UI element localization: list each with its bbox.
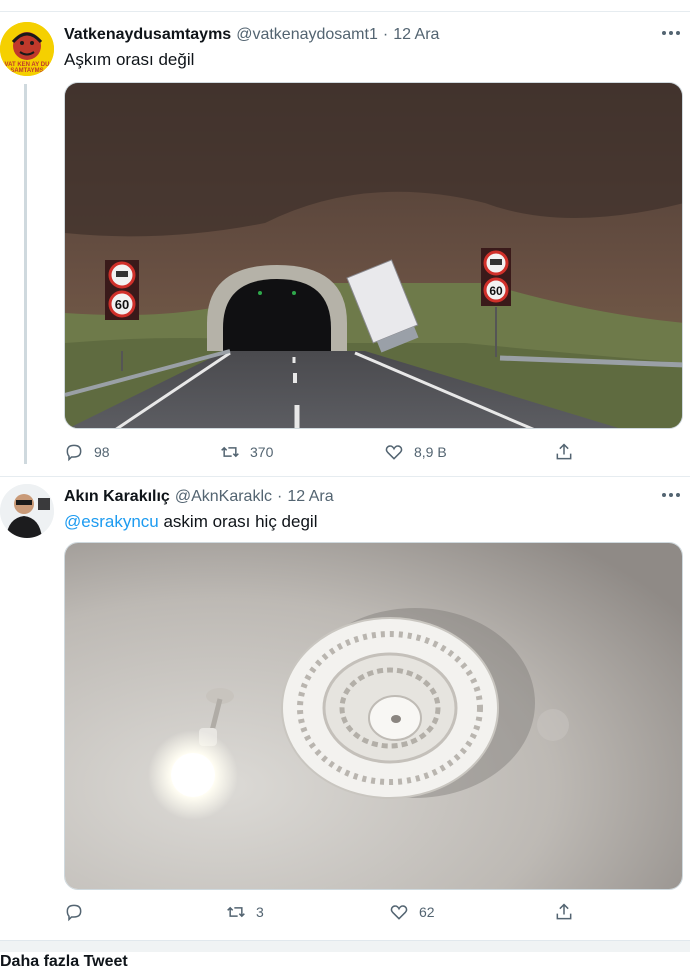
reply-icon [66, 444, 82, 462]
avatar[interactable]: VAT KEN AY DU SAMTAYMS [0, 22, 54, 76]
tweet-text: Aşkım orası değil [64, 50, 195, 69]
tweet-actions: 3 62 [64, 902, 584, 924]
tweet-header: Akın Karakılıç @AknKaraklc · 12 Ara [64, 486, 334, 508]
separator-dot: · [277, 488, 283, 505]
speed-sign-left-text: 60 [115, 297, 129, 312]
retweet-count: 370 [250, 444, 274, 460]
reply-count: 98 [94, 444, 110, 460]
section-separator [0, 940, 690, 952]
thread-line [24, 84, 27, 464]
more-icon[interactable] [662, 28, 682, 38]
mention-link[interactable]: @esrakyncu [64, 512, 159, 531]
separator-dot: · [382, 26, 389, 43]
like-count: 62 [419, 904, 435, 920]
tweet-text: @esrakyncu askim orası hiç degil [64, 512, 317, 532]
timestamp[interactable]: 12 Ara [393, 26, 439, 44]
share-button[interactable] [554, 902, 574, 922]
tweet-image-tunnel[interactable]: 60 60 [64, 82, 683, 429]
user-handle[interactable]: @AknKaraklc [175, 488, 272, 506]
retweet-icon [227, 906, 245, 918]
tweet-actions: 98 370 8,9 B [64, 442, 584, 464]
tweet-text-body: askim orası hiç degil [158, 512, 318, 531]
more-icon[interactable] [662, 490, 682, 500]
tweet[interactable]: VAT KEN AY DU SAMTAYMS Vatkenaydusamtaym… [0, 14, 690, 476]
display-name[interactable]: Akın Karakılıç [64, 488, 170, 506]
retweet-button[interactable]: 3 [226, 902, 264, 922]
display-name[interactable]: Vatkenaydusamtayms [64, 26, 231, 44]
share-icon [556, 903, 572, 920]
reply-button[interactable] [64, 902, 94, 922]
like-count: 8,9 B [414, 444, 447, 460]
more-tweets-heading: Daha fazla Tweet [0, 953, 128, 966]
avatar[interactable] [0, 484, 54, 538]
retweet-button[interactable]: 370 [220, 442, 273, 462]
like-button[interactable]: 62 [389, 902, 435, 922]
avatar-text: VAT KEN AY DU SAMTAYMS [4, 62, 50, 74]
timestamp[interactable]: 12 Ara [287, 488, 333, 506]
reply-icon [66, 904, 82, 922]
share-button[interactable] [554, 442, 574, 462]
reply-button[interactable]: 98 [64, 442, 110, 462]
tweet[interactable]: Akın Karakılıç @AknKaraklc · 12 Ara @esr… [0, 476, 690, 940]
share-icon [556, 443, 572, 460]
speed-sign-right-text: 60 [489, 284, 503, 298]
tweet-header: Vatkenaydusamtayms @vatkenaydosamt1 · 12… [64, 24, 439, 46]
like-button[interactable]: 8,9 B [384, 442, 447, 462]
like-icon [385, 445, 403, 460]
top-border [0, 0, 690, 12]
user-handle[interactable]: @vatkenaydosamt1 [236, 26, 378, 44]
tweet-image-ceiling[interactable] [64, 542, 683, 890]
retweet-icon [221, 446, 239, 458]
like-icon [390, 905, 408, 920]
retweet-count: 3 [256, 904, 264, 920]
